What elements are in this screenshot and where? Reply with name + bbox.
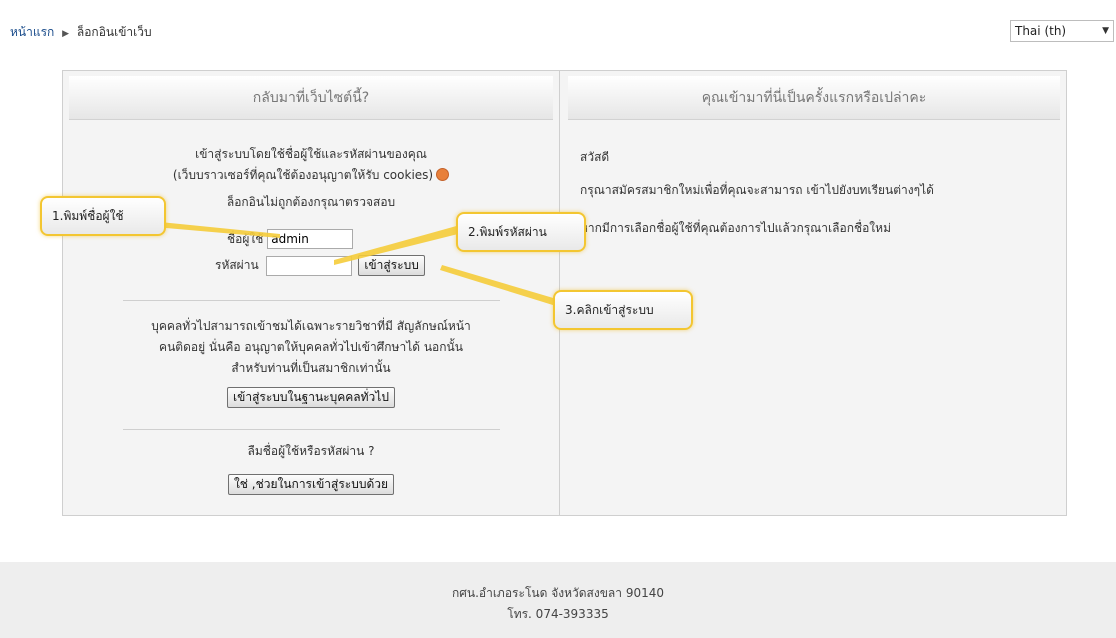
login-intro-line1: เข้าสู่ระบบโดยใช้ชื่อผู้ใช้และรหัสผ่านขอ… [195,147,427,161]
guest-button-wrap: เข้าสู่ระบบในฐานะบุคคลทั่วไป [63,387,559,408]
username-row: ชื่อผู้ใช้ [227,229,354,249]
guest-text-line2: คนติดอยู่ นั่นคือ อนุญาตให้บุคคลทั่วไปเข… [159,340,463,354]
cookies-notice: (เว็บบราวเซอร์ที่คุณใช้ต้องอนุญาตให้รับ … [172,168,434,182]
login-button[interactable]: เข้าสู่ระบบ [358,255,425,276]
password-input[interactable] [266,255,353,276]
callout-step3: 3.คลิกเข้าสู่ระบบ [553,290,693,330]
signup-line2: หากมีการเลือกชื่อผู้ใช้ที่คุณต้องการไปแล… [580,221,891,235]
login-intro-line2: (เว็บบราวเซอร์ที่คุณใช้ต้องอนุญาตให้รับ … [63,166,559,185]
login-box-title: กลับมาที่เว็บไซต์นี้? [69,76,553,120]
password-label: รหัสผ่าน [215,258,259,272]
callout-step1: 1.พิมพ์ชื่อผู้ใช้ [40,196,166,236]
breadcrumb-separator-icon: ▶ [62,29,70,39]
language-selected-value: Thai (th) [1015,24,1067,38]
forgot-button-wrap: ใช่ ,ช่วยในการเข้าสู่ระบบด้วย [63,474,559,495]
callout-step2: 2.พิมพ์รหัสผ่าน [456,212,586,252]
guest-login-button[interactable]: เข้าสู่ระบบในฐานะบุคคลทั่วไป [227,387,395,408]
footer-phone: โทร. 074-393335 [507,607,609,621]
footer: กศน.อำเภอระโนด จังหวัดสงขลา 90140 โทร. 0… [0,562,1116,638]
password-row: รหัสผ่าน เข้าสู่ระบบ [215,255,425,276]
footer-address: กศน.อำเภอระโนด จังหวัดสงขลา 90140 [451,586,664,600]
signup-box-title: คุณเข้ามาที่นี่เป็นครั้งแรกหรือเปล่าคะ [568,76,1060,120]
guest-text-line1: บุคคลทั่วไปสามารถเข้าชมได้เฉพาะรายวิชาที… [151,319,471,333]
forgot-password-button[interactable]: ใช่ ,ช่วยในการเข้าสู่ระบบด้วย [227,474,395,495]
help-icon[interactable] [436,168,450,181]
signup-greeting: สวัสดี [580,150,610,164]
breadcrumb-current: ล็อกอินเข้าเว็บ [76,25,152,39]
username-input[interactable] [267,229,354,249]
login-divider-2 [123,429,500,430]
chevron-down-icon: ▼ [1102,26,1109,36]
language-select[interactable]: Thai (th) ▼ [1010,20,1114,42]
forgot-password-text: ลืมชื่อผู้ใช้หรือรหัสผ่าน ? [247,444,375,458]
breadcrumb-home-link[interactable]: หน้าแรก [10,25,54,39]
login-divider-1 [123,300,500,301]
username-label: ชื่อผู้ใช้ [227,231,264,246]
breadcrumb: หน้าแรก ▶ ล็อกอินเข้าเว็บ [10,23,152,42]
guest-text-line3: สำหรับท่านที่เป็นสมาชิกเท่านั้น [231,361,391,375]
signup-line1: กรุณาสมัครสมาชิกใหม่เพื่อที่คุณจะสามารถ … [580,183,934,197]
